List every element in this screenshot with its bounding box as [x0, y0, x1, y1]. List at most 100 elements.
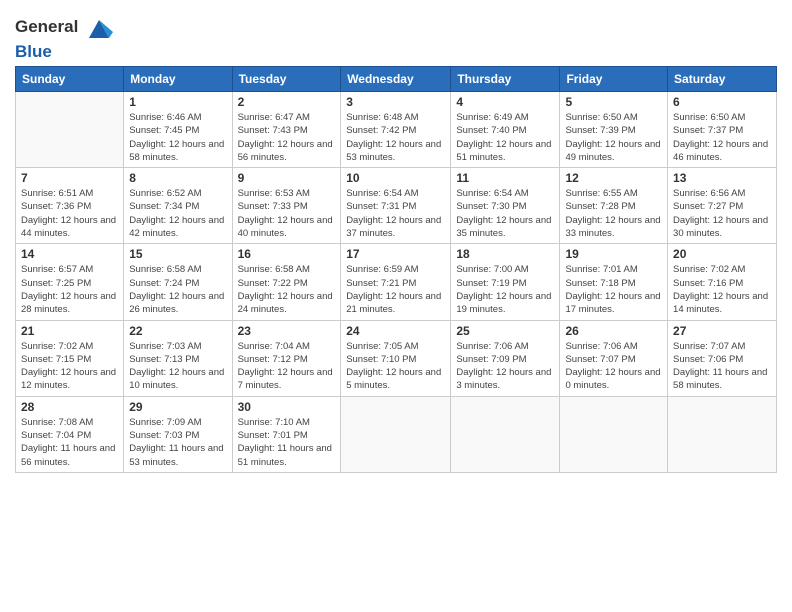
calendar-day-cell: 6 Sunrise: 6:50 AMSunset: 7:37 PMDaylight…	[668, 92, 777, 168]
day-number: 28	[21, 400, 118, 414]
day-number: 1	[129, 95, 226, 109]
logo: General Blue	[15, 14, 113, 62]
calendar-week-row: 7Sunrise: 6:51 AMSunset: 7:36 PMDaylight…	[16, 168, 777, 244]
day-number: 23	[238, 324, 336, 338]
day-info: Sunrise: 7:10 AMSunset: 7:01 PMDaylight:…	[238, 416, 336, 469]
day-info: Sunrise: 7:06 AMSunset: 7:07 PMDaylight:…	[565, 340, 662, 393]
calendar-day-cell: 3 Sunrise: 6:48 AMSunset: 7:42 PMDaylight…	[341, 92, 451, 168]
calendar-day-cell	[16, 92, 124, 168]
calendar-day-cell: 9 Sunrise: 6:53 AMSunset: 7:33 PMDaylight…	[232, 168, 341, 244]
calendar: SundayMondayTuesdayWednesdayThursdayFrid…	[15, 66, 777, 473]
calendar-day-cell	[560, 396, 668, 472]
day-info: Sunrise: 6:54 AMSunset: 7:31 PMDaylight:…	[346, 187, 445, 240]
day-number: 6	[673, 95, 771, 109]
day-number: 26	[565, 324, 662, 338]
day-info: Sunrise: 7:05 AMSunset: 7:10 PMDaylight:…	[346, 340, 445, 393]
calendar-week-row: 28 Sunrise: 7:08 AMSunset: 7:04 PMDayligh…	[16, 396, 777, 472]
day-info: Sunrise: 6:58 AMSunset: 7:22 PMDaylight:…	[238, 263, 336, 316]
day-info: Sunrise: 6:53 AMSunset: 7:33 PMDaylight:…	[238, 187, 336, 240]
day-info: Sunrise: 6:57 AMSunset: 7:25 PMDaylight:…	[21, 263, 118, 316]
calendar-day-cell: 21 Sunrise: 7:02 AMSunset: 7:15 PMDayligh…	[16, 320, 124, 396]
calendar-day-cell: 30Sunrise: 7:10 AMSunset: 7:01 PMDayligh…	[232, 396, 341, 472]
calendar-day-cell: 23Sunrise: 7:04 AMSunset: 7:12 PMDayligh…	[232, 320, 341, 396]
day-info: Sunrise: 6:47 AMSunset: 7:43 PMDaylight:…	[238, 111, 336, 164]
day-number: 17	[346, 247, 445, 261]
day-number: 8	[129, 171, 226, 185]
calendar-day-cell: 12 Sunrise: 6:55 AMSunset: 7:28 PMDayligh…	[560, 168, 668, 244]
calendar-day-cell	[341, 396, 451, 472]
day-info: Sunrise: 6:46 AMSunset: 7:45 PMDaylight:…	[129, 111, 226, 164]
calendar-day-cell: 1 Sunrise: 6:46 AMSunset: 7:45 PMDaylight…	[124, 92, 232, 168]
calendar-day-cell: 14 Sunrise: 6:57 AMSunset: 7:25 PMDayligh…	[16, 244, 124, 320]
day-info: Sunrise: 7:09 AMSunset: 7:03 PMDaylight:…	[129, 416, 226, 469]
day-number: 3	[346, 95, 445, 109]
day-number: 29	[129, 400, 226, 414]
weekday-header: Saturday	[668, 67, 777, 92]
calendar-header-row: SundayMondayTuesdayWednesdayThursdayFrid…	[16, 67, 777, 92]
day-info: Sunrise: 6:54 AMSunset: 7:30 PMDaylight:…	[456, 187, 554, 240]
day-info: Sunrise: 7:02 AMSunset: 7:15 PMDaylight:…	[21, 340, 118, 393]
weekday-header: Thursday	[451, 67, 560, 92]
day-number: 11	[456, 171, 554, 185]
calendar-day-cell: 8 Sunrise: 6:52 AMSunset: 7:34 PMDaylight…	[124, 168, 232, 244]
day-number: 21	[21, 324, 118, 338]
day-number: 22	[129, 324, 226, 338]
day-info: Sunrise: 6:55 AMSunset: 7:28 PMDaylight:…	[565, 187, 662, 240]
day-number: 27	[673, 324, 771, 338]
day-info: Sunrise: 6:58 AMSunset: 7:24 PMDaylight:…	[129, 263, 226, 316]
calendar-day-cell: 7Sunrise: 6:51 AMSunset: 7:36 PMDaylight…	[16, 168, 124, 244]
day-info: Sunrise: 6:50 AMSunset: 7:37 PMDaylight:…	[673, 111, 771, 164]
day-number: 2	[238, 95, 336, 109]
day-info: Sunrise: 7:02 AMSunset: 7:16 PMDaylight:…	[673, 263, 771, 316]
weekday-header: Friday	[560, 67, 668, 92]
calendar-day-cell: 16 Sunrise: 6:58 AMSunset: 7:22 PMDayligh…	[232, 244, 341, 320]
day-info: Sunrise: 6:56 AMSunset: 7:27 PMDaylight:…	[673, 187, 771, 240]
day-number: 15	[129, 247, 226, 261]
day-number: 24	[346, 324, 445, 338]
calendar-day-cell	[451, 396, 560, 472]
day-info: Sunrise: 7:01 AMSunset: 7:18 PMDaylight:…	[565, 263, 662, 316]
calendar-day-cell: 27 Sunrise: 7:07 AMSunset: 7:06 PMDayligh…	[668, 320, 777, 396]
day-number: 18	[456, 247, 554, 261]
weekday-header: Sunday	[16, 67, 124, 92]
calendar-day-cell: 4Sunrise: 6:49 AMSunset: 7:40 PMDaylight…	[451, 92, 560, 168]
calendar-day-cell: 5Sunrise: 6:50 AMSunset: 7:39 PMDaylight…	[560, 92, 668, 168]
day-info: Sunrise: 6:48 AMSunset: 7:42 PMDaylight:…	[346, 111, 445, 164]
calendar-day-cell	[668, 396, 777, 472]
calendar-day-cell: 10 Sunrise: 6:54 AMSunset: 7:31 PMDayligh…	[341, 168, 451, 244]
calendar-day-cell: 29 Sunrise: 7:09 AMSunset: 7:03 PMDayligh…	[124, 396, 232, 472]
header: General Blue	[15, 10, 777, 62]
day-number: 25	[456, 324, 554, 338]
day-number: 13	[673, 171, 771, 185]
calendar-day-cell: 26 Sunrise: 7:06 AMSunset: 7:07 PMDayligh…	[560, 320, 668, 396]
calendar-day-cell: 19Sunrise: 7:01 AMSunset: 7:18 PMDayligh…	[560, 244, 668, 320]
day-number: 4	[456, 95, 554, 109]
calendar-day-cell: 17Sunrise: 6:59 AMSunset: 7:21 PMDayligh…	[341, 244, 451, 320]
day-number: 12	[565, 171, 662, 185]
day-info: Sunrise: 6:50 AMSunset: 7:39 PMDaylight:…	[565, 111, 662, 164]
logo-blue: Blue	[15, 42, 113, 62]
weekday-header: Tuesday	[232, 67, 341, 92]
calendar-day-cell: 24 Sunrise: 7:05 AMSunset: 7:10 PMDayligh…	[341, 320, 451, 396]
day-info: Sunrise: 6:52 AMSunset: 7:34 PMDaylight:…	[129, 187, 226, 240]
calendar-week-row: 1 Sunrise: 6:46 AMSunset: 7:45 PMDaylight…	[16, 92, 777, 168]
day-number: 7	[21, 171, 118, 185]
day-number: 9	[238, 171, 336, 185]
calendar-week-row: 14 Sunrise: 6:57 AMSunset: 7:25 PMDayligh…	[16, 244, 777, 320]
day-number: 14	[21, 247, 118, 261]
calendar-day-cell: 13 Sunrise: 6:56 AMSunset: 7:27 PMDayligh…	[668, 168, 777, 244]
weekday-header: Monday	[124, 67, 232, 92]
day-info: Sunrise: 7:03 AMSunset: 7:13 PMDaylight:…	[129, 340, 226, 393]
day-number: 10	[346, 171, 445, 185]
calendar-day-cell: 20 Sunrise: 7:02 AMSunset: 7:16 PMDayligh…	[668, 244, 777, 320]
day-number: 16	[238, 247, 336, 261]
day-info: Sunrise: 7:08 AMSunset: 7:04 PMDaylight:…	[21, 416, 118, 469]
day-info: Sunrise: 7:07 AMSunset: 7:06 PMDaylight:…	[673, 340, 771, 393]
day-info: Sunrise: 7:00 AMSunset: 7:19 PMDaylight:…	[456, 263, 554, 316]
calendar-day-cell: 2 Sunrise: 6:47 AMSunset: 7:43 PMDaylight…	[232, 92, 341, 168]
day-number: 20	[673, 247, 771, 261]
calendar-day-cell: 28 Sunrise: 7:08 AMSunset: 7:04 PMDayligh…	[16, 396, 124, 472]
calendar-day-cell: 15 Sunrise: 6:58 AMSunset: 7:24 PMDayligh…	[124, 244, 232, 320]
calendar-week-row: 21 Sunrise: 7:02 AMSunset: 7:15 PMDayligh…	[16, 320, 777, 396]
calendar-day-cell: 22 Sunrise: 7:03 AMSunset: 7:13 PMDayligh…	[124, 320, 232, 396]
